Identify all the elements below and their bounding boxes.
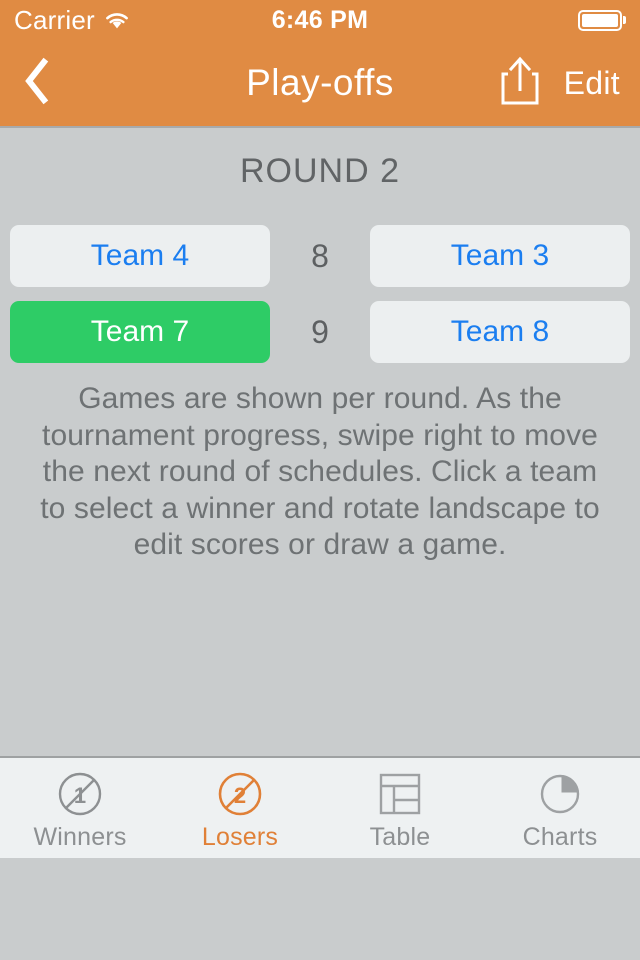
tab-losers[interactable]: 2 Losers bbox=[160, 758, 320, 858]
tab-label: Winners bbox=[33, 823, 127, 851]
match-score: 9 bbox=[311, 313, 329, 350]
tab-table[interactable]: Table bbox=[320, 758, 480, 858]
match-list: Team 4 8 Team 3 Team 7 9 Team 8 bbox=[0, 225, 640, 363]
battery-full-icon bbox=[577, 9, 626, 31]
match-row: Team 4 8 Team 3 bbox=[0, 225, 640, 287]
team-button-away[interactable]: Team 3 bbox=[370, 225, 630, 287]
app-root: Carrier 6:46 PM Play-offs Edit ROUND 2 T… bbox=[0, 0, 640, 960]
table-icon bbox=[376, 768, 424, 820]
svg-text:2: 2 bbox=[234, 783, 246, 808]
wifi-icon bbox=[104, 11, 130, 30]
content-area: ROUND 2 Team 4 8 Team 3 Team 7 9 Team 8 … bbox=[0, 128, 640, 858]
svg-text:1: 1 bbox=[74, 783, 86, 808]
round-title: ROUND 2 bbox=[239, 152, 401, 190]
tab-label: Table bbox=[369, 823, 431, 851]
nav-bar: Play-offs Edit bbox=[0, 40, 640, 128]
status-bar: Carrier 6:46 PM bbox=[0, 0, 640, 40]
tab-label: Charts bbox=[522, 823, 598, 851]
no-one-icon: 1 bbox=[55, 768, 105, 820]
team-button-away[interactable]: Team 8 bbox=[370, 301, 630, 363]
instructions-text: Games are shown per round. As the tourna… bbox=[40, 382, 600, 562]
carrier-label: Carrier bbox=[14, 4, 95, 35]
edit-button[interactable]: Edit bbox=[564, 65, 620, 102]
match-row: Team 7 9 Team 8 bbox=[0, 301, 640, 363]
tab-charts[interactable]: Charts bbox=[480, 758, 640, 858]
no-two-icon: 2 bbox=[215, 768, 265, 820]
team-button-home[interactable]: Team 4 bbox=[10, 225, 270, 287]
tab-label: Losers bbox=[201, 823, 279, 851]
team-button-home[interactable]: Team 7 bbox=[10, 301, 270, 363]
share-button[interactable] bbox=[498, 55, 542, 112]
share-icon bbox=[498, 55, 542, 112]
tab-winners[interactable]: 1 Winners bbox=[0, 758, 160, 858]
match-score: 8 bbox=[311, 237, 329, 274]
back-button[interactable] bbox=[0, 39, 72, 127]
status-time: 6:46 PM bbox=[271, 5, 369, 34]
nav-right-actions: Edit bbox=[498, 55, 640, 112]
chevron-left-icon bbox=[22, 57, 50, 110]
pie-chart-icon bbox=[536, 768, 584, 820]
tab-bar: 1 Winners 2 Losers Table Charts bbox=[0, 756, 640, 858]
